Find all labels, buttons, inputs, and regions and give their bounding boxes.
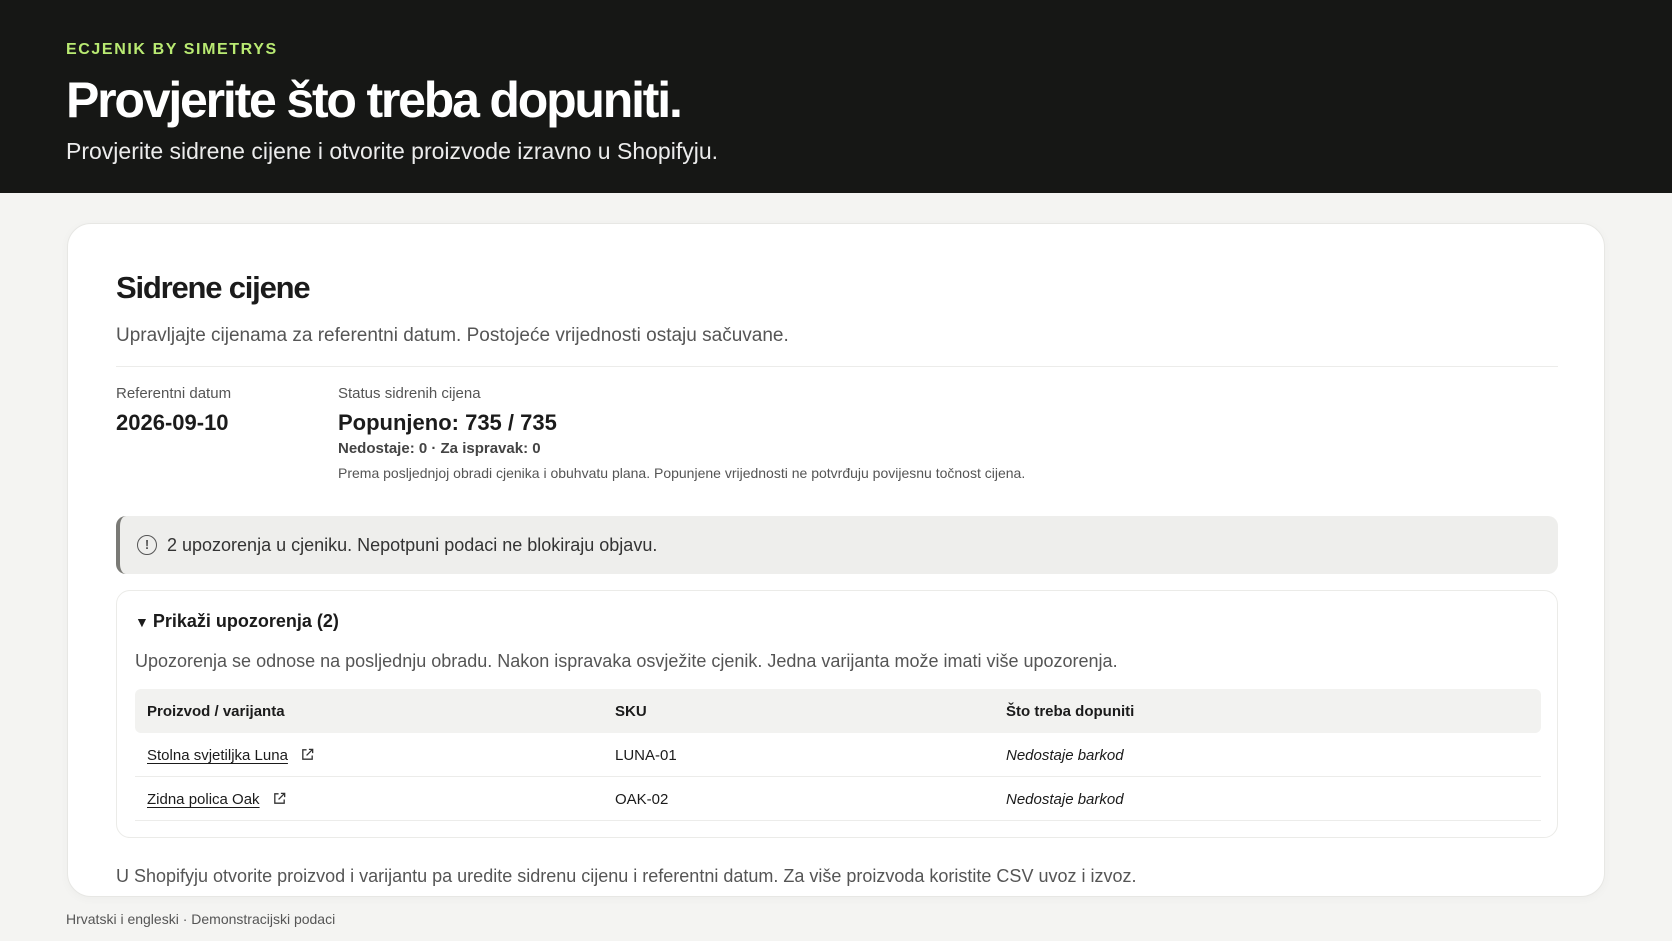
external-link-icon[interactable] bbox=[272, 791, 287, 806]
card-description: Upravljajte cijenama za referentni datum… bbox=[116, 325, 789, 346]
product-link-label[interactable]: Stolna svjetiljka Luna bbox=[147, 747, 288, 764]
status-label: Status sidrenih cijena bbox=[338, 385, 481, 402]
show-warnings-toggle[interactable]: ▼ Prikaži upozorenja (2) bbox=[135, 611, 339, 632]
show-warnings-label: Prikaži upozorenja (2) bbox=[152, 611, 339, 631]
table-row: Stolna svjetiljka Luna LUNA-01 Nedostaje… bbox=[135, 733, 1541, 777]
divider bbox=[116, 366, 1558, 367]
warnings-details: ▼ Prikaži upozorenja (2) Upozorenja se od… bbox=[116, 590, 1558, 838]
sku-cell: LUNA-01 bbox=[615, 747, 677, 764]
issue-cell: Nedostaje barkod bbox=[1006, 747, 1124, 764]
issue-cell: Nedostaje barkod bbox=[1006, 791, 1124, 808]
table-header: Proizvod / varijanta SKU Što treba dopun… bbox=[135, 689, 1541, 733]
status-value: Popunjeno: 735 / 735 bbox=[338, 410, 557, 435]
page-subtitle: Provjerite sidrene cijene i otvorite pro… bbox=[66, 138, 718, 164]
reference-date-label: Referentni datum bbox=[116, 385, 232, 402]
external-link-icon[interactable] bbox=[300, 747, 315, 762]
sku-cell: OAK-02 bbox=[615, 791, 669, 808]
triangle-down-icon: ▼ bbox=[135, 614, 149, 630]
info-circle-icon: ! bbox=[137, 535, 157, 555]
page-footer: Hrvatski i engleski · Demonstracijski po… bbox=[66, 911, 336, 927]
warnings-description: Upozorenja se odnose na posljednju obrad… bbox=[135, 651, 1118, 671]
table-row: Zidna polica Oak OAK-02 Nedostaje barkod bbox=[135, 777, 1541, 821]
card-title: Sidrene cijene bbox=[116, 270, 311, 305]
anchor-prices-card: Sidrene cijene Upravljajte cijenama za r… bbox=[67, 223, 1605, 897]
reference-date-value: 2026-09-10 bbox=[116, 410, 229, 435]
column-header-sku: SKU bbox=[615, 703, 647, 720]
column-header-issue: Što treba dopuniti bbox=[1006, 703, 1135, 720]
alert-text: 2 upozorenja u cjeniku. Nepotpuni podaci… bbox=[167, 535, 658, 555]
hero-header: ECJENIK BY SIMETRYS Provjerite što treba… bbox=[0, 0, 1672, 193]
page-title: Provjerite što treba dopuniti. bbox=[66, 72, 683, 128]
warning-alert: ! 2 upozorenja u cjeniku. Nepotpuni poda… bbox=[116, 516, 1558, 574]
column-header-product: Proizvod / varijanta bbox=[147, 703, 285, 720]
product-link[interactable]: Zidna polica Oak bbox=[147, 791, 287, 808]
product-link-label[interactable]: Zidna polica Oak bbox=[147, 791, 260, 808]
status-detail: Nedostaje: 0 · Za ispravak: 0 bbox=[338, 440, 541, 457]
status-note: Prema posljednjoj obradi cjenika i obuhv… bbox=[338, 465, 1026, 481]
product-link[interactable]: Stolna svjetiljka Luna bbox=[147, 747, 315, 764]
brand-eyebrow: ECJENIK BY SIMETRYS bbox=[66, 41, 278, 58]
warnings-table: Proizvod / varijanta SKU Što treba dopun… bbox=[135, 689, 1541, 821]
card-footer-note: U Shopifyju otvorite proizvod i varijant… bbox=[116, 866, 1137, 886]
